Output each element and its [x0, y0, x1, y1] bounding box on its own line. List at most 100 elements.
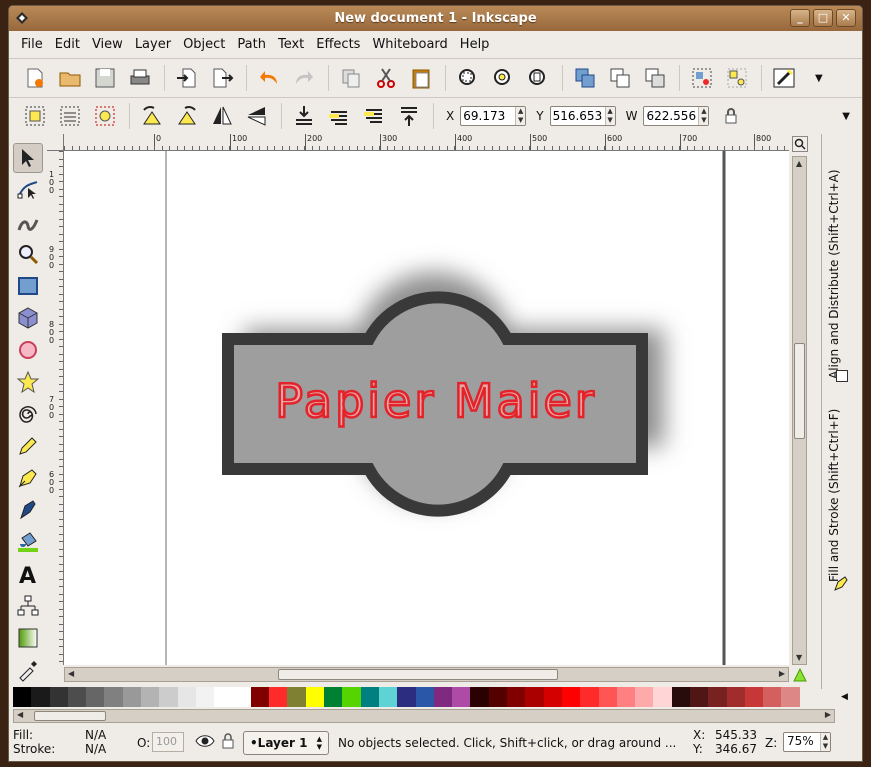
menu-object[interactable]: Object: [177, 37, 231, 52]
rotate-ccw-icon[interactable]: [138, 102, 166, 130]
color-swatch[interactable]: [616, 687, 636, 707]
lower-to-bottom-icon[interactable]: [290, 102, 318, 130]
zoom-corner-icon[interactable]: [792, 136, 808, 152]
text-tool-icon[interactable]: A: [13, 559, 43, 589]
color-swatch[interactable]: [671, 687, 690, 707]
eye-icon[interactable]: [195, 732, 215, 753]
node-tool-icon[interactable]: [13, 175, 43, 205]
raise-icon[interactable]: [360, 102, 388, 130]
spin-arrows-icon[interactable]: ▲ ▼: [515, 107, 526, 125]
zoom-drawing-icon[interactable]: [489, 64, 517, 92]
color-swatch[interactable]: [86, 687, 105, 707]
zoom-tool-icon[interactable]: [13, 239, 43, 269]
opacity-input[interactable]: 100: [152, 732, 184, 752]
import-icon[interactable]: [173, 64, 201, 92]
color-swatch[interactable]: [470, 687, 489, 707]
lock-icon[interactable]: [717, 102, 745, 130]
color-swatch[interactable]: [708, 687, 727, 707]
spin-arrows-icon[interactable]: ▲ ▼: [698, 107, 709, 125]
color-swatch[interactable]: [452, 687, 471, 707]
color-swatch[interactable]: [49, 687, 68, 707]
color-swatch[interactable]: [342, 687, 361, 707]
fill-value[interactable]: N/A: [85, 728, 106, 742]
dock-tab-align[interactable]: Align and Distribute (Shift+Ctrl+A): [827, 139, 847, 379]
tweak-tool-icon[interactable]: [13, 207, 43, 237]
drawing-canvas[interactable]: Papier Maier: [64, 151, 789, 665]
dropper-tool-icon[interactable]: [13, 655, 43, 685]
color-swatch[interactable]: [122, 687, 142, 707]
vertical-scrollbar[interactable]: ▲ ▼: [792, 156, 807, 665]
menu-whiteboard[interactable]: Whiteboard: [366, 37, 453, 52]
menu-file[interactable]: File: [15, 37, 49, 52]
color-swatch[interactable]: [726, 687, 745, 707]
calligraphy-tool-icon[interactable]: [13, 495, 43, 525]
color-swatch[interactable]: [378, 687, 398, 707]
paint-bucket-tool-icon[interactable]: [13, 527, 43, 557]
chevron-down-icon[interactable]: ▼: [815, 73, 823, 84]
spin-arrows-icon[interactable]: ▲ ▼: [604, 107, 615, 125]
selector-tool-icon[interactable]: [13, 143, 43, 173]
color-swatch[interactable]: [507, 687, 526, 707]
deselect-icon[interactable]: [91, 102, 119, 130]
color-swatch[interactable]: [250, 687, 270, 707]
minimize-button[interactable]: _: [790, 9, 810, 27]
rectangle-tool-icon[interactable]: [13, 271, 43, 301]
menu-path[interactable]: Path: [231, 37, 272, 52]
w-spinbox[interactable]: ▲▼: [643, 106, 710, 126]
lower-icon[interactable]: [325, 102, 353, 130]
color-swatch[interactable]: [689, 687, 709, 707]
star-tool-icon[interactable]: [13, 367, 43, 397]
color-swatch[interactable]: [31, 687, 50, 707]
color-swatch[interactable]: [232, 687, 251, 707]
color-swatch[interactable]: [324, 687, 343, 707]
vertical-scroll-thumb[interactable]: [794, 343, 805, 439]
palette-scroll-thumb[interactable]: [34, 711, 106, 721]
align-icon[interactable]: [836, 370, 848, 382]
color-swatch[interactable]: [269, 687, 288, 707]
raise-to-top-icon[interactable]: [395, 102, 423, 130]
horizontal-scroll-thumb[interactable]: [278, 669, 558, 680]
color-swatch[interactable]: [177, 687, 196, 707]
print-icon[interactable]: [126, 64, 154, 92]
x-spinbox[interactable]: ▲▼: [460, 106, 527, 126]
color-swatch[interactable]: [195, 687, 215, 707]
color-swatch[interactable]: [141, 687, 160, 707]
spin-arrows-icon[interactable]: ▲ ▼: [820, 733, 830, 751]
zoom-selection-icon[interactable]: [454, 64, 482, 92]
color-swatch[interactable]: [67, 687, 87, 707]
color-swatch[interactable]: [525, 687, 544, 707]
vertical-ruler[interactable]: 100 900 800 700 600: [47, 151, 64, 665]
chevron-down-icon[interactable]: ▼: [842, 111, 850, 122]
color-swatch[interactable]: [13, 687, 32, 707]
color-manage-icon[interactable]: [793, 667, 807, 682]
color-swatch[interactable]: [287, 687, 306, 707]
color-swatch[interactable]: [104, 687, 123, 707]
redo-icon[interactable]: [290, 64, 318, 92]
x-input[interactable]: [461, 107, 516, 125]
color-swatch[interactable]: [214, 687, 233, 707]
unlink-clone-icon[interactable]: [641, 64, 669, 92]
fill-stroke-icon[interactable]: [833, 576, 849, 592]
layer-spin-icon[interactable]: ▲ ▼: [317, 735, 322, 751]
undo-icon[interactable]: [255, 64, 283, 92]
zoom-spinbox[interactable]: 75% ▲ ▼: [783, 732, 831, 752]
color-swatch[interactable]: [561, 687, 581, 707]
clone-icon[interactable]: [606, 64, 634, 92]
select-all-layers-icon[interactable]: [56, 102, 84, 130]
maximize-button[interactable]: □: [813, 9, 833, 27]
connector-tool-icon[interactable]: [13, 591, 43, 621]
zoom-page-icon[interactable]: [524, 64, 552, 92]
menu-effects[interactable]: Effects: [310, 37, 366, 52]
color-swatch[interactable]: [653, 687, 672, 707]
select-all-icon[interactable]: [21, 102, 49, 130]
color-swatch[interactable]: [159, 687, 178, 707]
group-icon[interactable]: [688, 64, 716, 92]
menu-help[interactable]: Help: [454, 37, 496, 52]
color-swatch[interactable]: [598, 687, 617, 707]
stroke-value[interactable]: N/A: [85, 742, 106, 756]
export-icon[interactable]: [208, 64, 236, 92]
color-swatch[interactable]: [543, 687, 562, 707]
palette-scroll-right-icon[interactable]: ▶: [825, 710, 831, 719]
palette-menu-icon[interactable]: ◀: [841, 692, 848, 702]
scroll-right-icon[interactable]: ▶: [779, 669, 785, 678]
